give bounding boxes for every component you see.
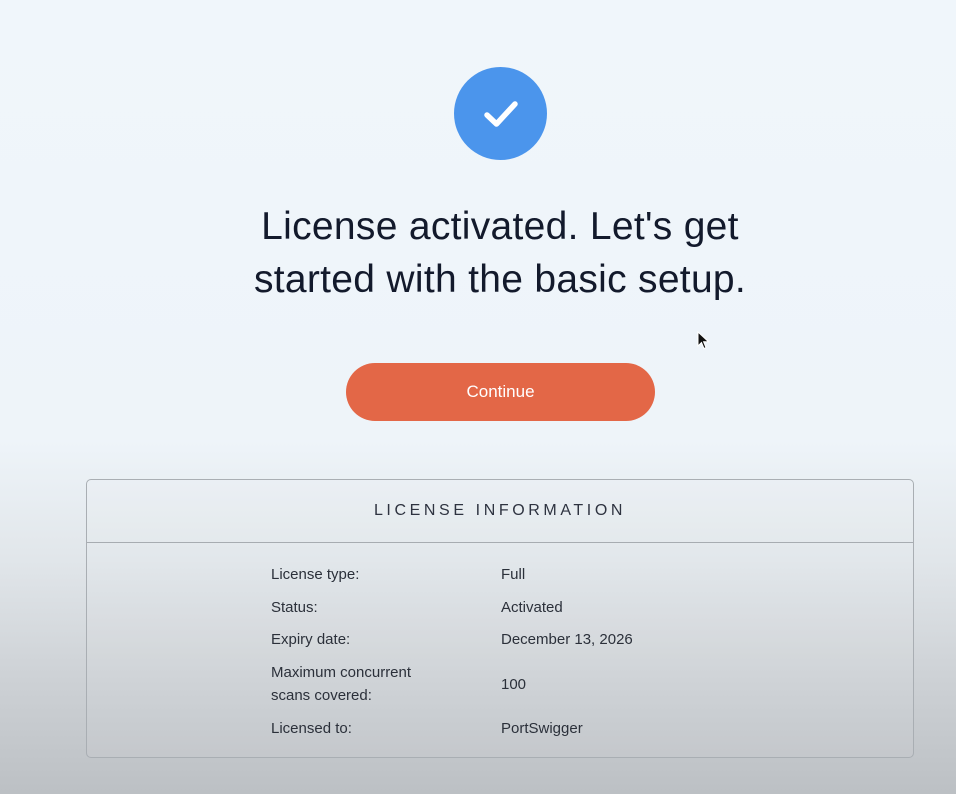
license-information-panel: LICENSE INFORMATION License type: Full S… [86, 479, 914, 758]
success-checkmark-icon [454, 67, 547, 160]
max-concurrent-scans-value: 100 [501, 676, 527, 693]
licensed-to-label: Licensed to: [271, 720, 352, 737]
page-title-line-1: License activated. Let's get [261, 205, 739, 248]
page-title-line-2: started with the basic setup. [253, 258, 747, 301]
licensed-to-value: PortSwigger [501, 720, 583, 737]
page-title: License activated. Let's get started wit… [0, 200, 956, 306]
mouse-cursor-icon [697, 330, 711, 356]
checkmark-icon [483, 100, 518, 127]
license-information-title: LICENSE INFORMATION [87, 480, 913, 543]
max-concurrent-scans-label: Maximum concurrent scans covered: [271, 664, 412, 704]
expiry-date-value: December 13, 2026 [501, 631, 633, 648]
status-label: Status: [271, 599, 318, 616]
continue-button[interactable]: Continue [346, 363, 655, 421]
status-value: Activated [501, 599, 563, 616]
expiry-date-label: Expiry date: [271, 631, 351, 648]
license-type-value: Full [501, 566, 526, 583]
license-type-label: License type: [271, 566, 360, 583]
